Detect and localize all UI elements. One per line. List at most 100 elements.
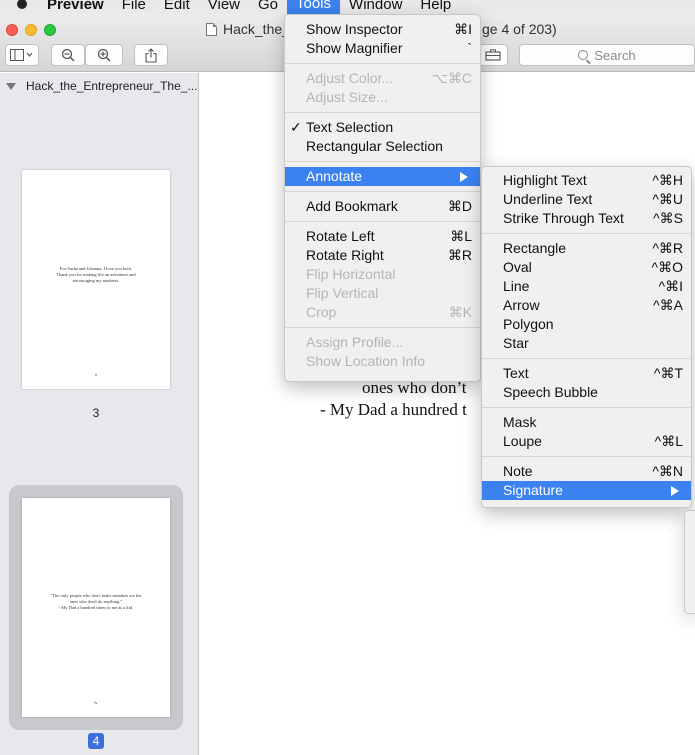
menu-item-rectangle[interactable]: Rectangle ^⌘R <box>482 239 691 258</box>
menu-separator <box>285 161 480 162</box>
crop-label: Crop <box>306 304 337 320</box>
highlight-text-label: Highlight Text <box>503 172 587 188</box>
menu-item-adjust-color: Adjust Color... ⌥⌘C <box>285 69 480 88</box>
sidebar-document-header[interactable]: Hack_the_Entrepreneur_The_... <box>0 79 199 93</box>
search-placeholder: Search <box>594 47 636 63</box>
menu-item-rotate-right[interactable]: Rotate Right ⌘R <box>285 246 480 265</box>
arrow-shortcut: ^⌘A <box>653 297 683 313</box>
signature-label: Signature <box>503 482 563 498</box>
sidebar-toggle-button[interactable] <box>5 44 39 66</box>
disclosure-triangle-icon[interactable] <box>6 82 16 90</box>
menu-item-oval[interactable]: Oval ^⌘O <box>482 258 691 277</box>
adjust-color-shortcut: ⌥⌘C <box>431 70 472 86</box>
window-title: Hack_the_ <box>206 21 290 37</box>
submenu-arrow-icon <box>460 172 468 182</box>
menu-item-show-magnifier[interactable]: Show Magnifier ` <box>285 39 480 58</box>
tools-menu: Show Inspector ⌘I Show Magnifier ` Adjus… <box>284 14 481 382</box>
menu-item-star[interactable]: Star <box>482 334 691 353</box>
menu-window[interactable]: Window <box>340 0 411 12</box>
zoom-out-button[interactable] <box>51 44 85 66</box>
zoom-in-icon <box>97 48 111 62</box>
rectangular-selection-label: Rectangular Selection <box>306 138 443 154</box>
annotate-label: Annotate <box>306 168 363 184</box>
submenu-arrow-icon <box>671 486 679 496</box>
arrow-label: Arrow <box>503 297 540 313</box>
page-label-3: 3 <box>92 406 100 420</box>
rotate-right-label: Rotate Right <box>306 247 384 263</box>
menu-item-mask[interactable]: Mask <box>482 413 691 432</box>
menu-separator <box>285 63 480 64</box>
show-magnifier-shortcut: ` <box>467 40 472 56</box>
menu-edit[interactable]: Edit <box>155 0 199 12</box>
document-text-line-2: - My Dad a hundred t <box>320 400 467 419</box>
show-location-info-label: Show Location Info <box>306 353 426 369</box>
checkmark-icon: ✓ <box>290 119 302 135</box>
thumbnail-4-text: "The only people who don't make mistakes… <box>50 593 142 610</box>
menu-file[interactable]: File <box>113 0 155 12</box>
menu-item-note[interactable]: Note ^⌘N <box>482 462 691 481</box>
menu-preview[interactable]: Preview <box>38 0 113 12</box>
menu-bar: Preview File Edit View Go Tools Window H… <box>0 0 695 14</box>
menu-separator <box>482 358 691 359</box>
speech-bubble-label: Speech Bubble <box>503 384 598 400</box>
polygon-label: Polygon <box>503 316 554 332</box>
menu-tools[interactable]: Tools <box>287 0 341 14</box>
menu-go[interactable]: Go <box>249 0 287 12</box>
strike-through-label: Strike Through Text <box>503 210 624 226</box>
menu-help[interactable]: Help <box>411 0 460 12</box>
share-icon <box>145 47 157 63</box>
highlight-text-shortcut: ^⌘H <box>652 172 683 188</box>
menu-item-arrow[interactable]: Arrow ^⌘A <box>482 296 691 315</box>
annotate-submenu: Highlight Text ^⌘H Underline Text ^⌘U St… <box>481 166 692 508</box>
underline-text-label: Underline Text <box>503 191 593 207</box>
signature-submenu[interactable] <box>684 510 695 614</box>
menu-item-text[interactable]: Text ^⌘T <box>482 364 691 383</box>
oval-shortcut: ^⌘O <box>651 259 683 275</box>
menu-item-show-inspector[interactable]: Show Inspector ⌘I <box>285 20 480 39</box>
sidebar-icon <box>10 49 33 61</box>
toolbox-button[interactable] <box>478 44 508 66</box>
menu-item-strike-through-text[interactable]: Strike Through Text ^⌘S <box>482 209 691 228</box>
rotate-left-shortcut: ⌘L <box>450 228 472 244</box>
zoom-window-button[interactable] <box>44 24 56 36</box>
rotate-left-label: Rotate Left <box>306 228 375 244</box>
text-label: Text <box>503 365 529 381</box>
menu-item-line[interactable]: Line ^⌘I <box>482 277 691 296</box>
menu-item-highlight-text[interactable]: Highlight Text ^⌘H <box>482 171 691 190</box>
search-icon <box>578 50 589 60</box>
show-inspector-shortcut: ⌘I <box>454 21 472 37</box>
menu-item-annotate[interactable]: Annotate <box>285 167 480 186</box>
menu-item-rotate-left[interactable]: Rotate Left ⌘L <box>285 227 480 246</box>
search-field[interactable]: Search <box>519 44 695 66</box>
show-magnifier-label: Show Magnifier <box>306 40 403 56</box>
menu-item-rectangular-selection[interactable]: Rectangular Selection <box>285 137 480 156</box>
menu-view[interactable]: View <box>199 0 249 12</box>
apple-logo-icon[interactable] <box>14 0 30 14</box>
close-window-button[interactable] <box>6 24 18 36</box>
menu-item-text-selection[interactable]: ✓ Text Selection <box>285 118 480 137</box>
show-inspector-label: Show Inspector <box>306 21 403 37</box>
thumbnail-3-text: For Sasha and Johanna, I love you both. … <box>56 266 136 283</box>
strike-through-shortcut: ^⌘S <box>653 210 683 226</box>
page-thumbnail-3[interactable]: For Sasha and Johanna, I love you both. … <box>22 170 170 389</box>
menu-separator <box>482 456 691 457</box>
rectangle-label: Rectangle <box>503 240 567 256</box>
thumbnail-sidebar: Hack_the_Entrepreneur_The_... For Sasha … <box>0 73 199 755</box>
zoom-in-button[interactable] <box>85 44 123 66</box>
page-thumbnail-4[interactable]: "The only people who don't make mistakes… <box>22 498 170 717</box>
thumbnail-4-footer: iv <box>94 700 98 705</box>
crop-shortcut: ⌘K <box>448 304 472 320</box>
menu-item-add-bookmark[interactable]: Add Bookmark ⌘D <box>285 197 480 216</box>
menu-item-loupe[interactable]: Loupe ^⌘L <box>482 432 691 451</box>
menu-item-underline-text[interactable]: Underline Text ^⌘U <box>482 190 691 209</box>
thumbnail-3-footer: ii <box>95 372 97 377</box>
menu-item-polygon[interactable]: Polygon <box>482 315 691 334</box>
flip-vertical-label: Flip Vertical <box>306 285 379 301</box>
minimize-window-button[interactable] <box>25 24 37 36</box>
menu-item-signature[interactable]: Signature <box>482 481 691 500</box>
menu-item-speech-bubble[interactable]: Speech Bubble <box>482 383 691 402</box>
page-label-4: 4 <box>88 733 104 749</box>
menu-item-flip-vertical: Flip Vertical <box>285 284 480 303</box>
add-bookmark-shortcut: ⌘D <box>447 198 472 214</box>
share-button[interactable] <box>134 44 168 66</box>
